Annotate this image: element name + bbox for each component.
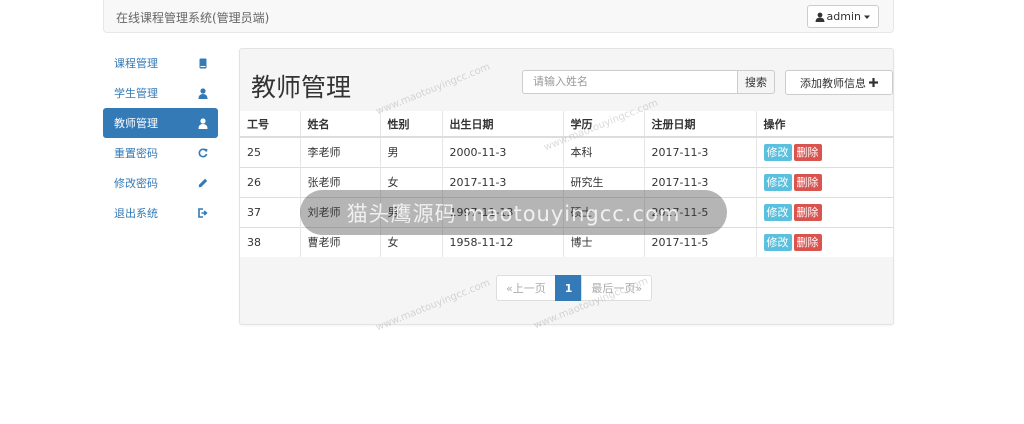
cell-actions: 修改 删除: [755, 166, 893, 197]
cell-education: 博士: [562, 226, 644, 257]
cell-gender: 女: [379, 226, 442, 257]
book-icon: [199, 58, 207, 68]
sidebar-item-label: 教师管理: [114, 117, 158, 130]
column-header: 姓名: [299, 111, 380, 138]
sidebar-item-label: 课程管理: [114, 57, 158, 70]
sidebar-item-courses[interactable]: 课程管理: [103, 48, 218, 78]
teacher-table: 工号 姓名 性别 出生日期 学历 注册日期 操作 25 李老师 男 2000-1…: [240, 111, 893, 257]
cell-gender: 男: [379, 136, 442, 167]
cell-education: 硕士: [562, 196, 644, 227]
edit-button[interactable]: 修改: [763, 173, 792, 191]
sidebar: 课程管理 学生管理 教师管理 重置密码 修改密码 退出系统: [103, 48, 218, 228]
cell-birthdate: 1958-11-12: [441, 226, 563, 257]
cell-name: 曹老师: [299, 226, 380, 257]
search-button[interactable]: 搜索: [737, 70, 775, 94]
cell-actions: 修改 删除: [755, 196, 893, 227]
cell-name: 张老师: [299, 166, 380, 197]
table-row: 25 李老师 男 2000-11-3 本科 2017-11-3 修改 删除: [240, 136, 893, 167]
add-teacher-label: 添加教师信息: [800, 76, 866, 90]
column-header: 学历: [562, 111, 644, 138]
cell-birthdate: 1997-11-13: [441, 196, 563, 227]
delete-button[interactable]: 删除: [793, 203, 822, 221]
edit-button[interactable]: 修改: [763, 143, 792, 161]
sidebar-item-teachers[interactable]: 教师管理: [103, 108, 218, 138]
cell-education: 研究生: [562, 166, 644, 197]
table-row: 26 张老师 女 2017-11-3 研究生 2017-11-3 修改 删除: [240, 166, 893, 197]
cell-name: 李老师: [299, 136, 380, 167]
cell-register-date: 2017-11-5: [643, 226, 756, 257]
user-menu-button[interactable]: admin: [806, 5, 879, 28]
teacher-panel: 教师管理 搜索 添加教师信息 工号 姓名 性别 出生日期 学历 注册日期 操作 …: [239, 48, 894, 325]
pencil-icon: [198, 178, 208, 188]
table-row: 38 曹老师 女 1958-11-12 博士 2017-11-5 修改 删除: [240, 226, 893, 257]
cell-actions: 修改 删除: [755, 136, 893, 167]
column-header: 出生日期: [441, 111, 563, 138]
page-title: 教师管理: [251, 73, 352, 102]
cell-id: 26: [240, 166, 300, 197]
cell-education: 本科: [562, 136, 644, 167]
sidebar-item-reset-password[interactable]: 重置密码: [103, 138, 218, 168]
column-header: 工号: [240, 111, 300, 138]
cell-birthdate: 2000-11-3: [441, 136, 563, 167]
delete-button[interactable]: 删除: [793, 173, 822, 191]
cell-gender: 女: [379, 166, 442, 197]
add-teacher-button[interactable]: 添加教师信息: [785, 70, 893, 95]
user-icon: [198, 87, 208, 99]
cell-register-date: 2017-11-3: [643, 136, 756, 167]
sidebar-item-students[interactable]: 学生管理: [103, 78, 218, 108]
table-header-row: 工号 姓名 性别 出生日期 学历 注册日期 操作: [240, 111, 893, 138]
top-navbar: 在线课程管理系统(管理员端) admin: [103, 0, 894, 33]
sidebar-item-label: 学生管理: [114, 87, 158, 100]
column-header: 操作: [755, 111, 893, 138]
logout-icon: [198, 208, 208, 218]
user-name: admin: [826, 10, 861, 23]
brand-title[interactable]: 在线课程管理系统(管理员端): [116, 9, 269, 26]
user-icon: [198, 117, 208, 129]
user-icon: [815, 12, 825, 22]
plus-icon: [869, 78, 878, 87]
delete-button[interactable]: 删除: [793, 233, 822, 251]
edit-button[interactable]: 修改: [763, 233, 792, 251]
current-page-button[interactable]: 1: [554, 275, 583, 301]
cell-id: 25: [240, 136, 300, 167]
cell-register-date: 2017-11-3: [643, 166, 756, 197]
sidebar-item-label: 修改密码: [114, 177, 158, 190]
cell-name: 刘老师: [299, 196, 380, 227]
pagination: «上一页 1 最后一页»: [496, 275, 653, 301]
last-page-button[interactable]: 最后一页»: [581, 275, 653, 301]
caret-down-icon: [864, 15, 870, 19]
column-header: 注册日期: [643, 111, 756, 138]
sidebar-item-label: 重置密码: [114, 147, 158, 160]
table-row: 37 刘老师 男 1997-11-13 硕士 2017-11-5 修改 删除: [240, 196, 893, 227]
search-input[interactable]: [522, 70, 738, 94]
refresh-icon: [198, 148, 208, 158]
column-header: 性别: [379, 111, 442, 138]
sidebar-item-label: 退出系统: [114, 207, 158, 220]
cell-gender: 男: [379, 196, 442, 227]
sidebar-item-change-password[interactable]: 修改密码: [103, 168, 218, 198]
delete-button[interactable]: 删除: [793, 143, 822, 161]
cell-actions: 修改 删除: [755, 226, 893, 257]
cell-id: 37: [240, 196, 300, 227]
prev-page-button[interactable]: «上一页: [496, 275, 556, 301]
edit-button[interactable]: 修改: [763, 203, 792, 221]
cell-birthdate: 2017-11-3: [441, 166, 563, 197]
cell-id: 38: [240, 226, 300, 257]
sidebar-item-logout[interactable]: 退出系统: [103, 198, 218, 228]
cell-register-date: 2017-11-5: [643, 196, 756, 227]
